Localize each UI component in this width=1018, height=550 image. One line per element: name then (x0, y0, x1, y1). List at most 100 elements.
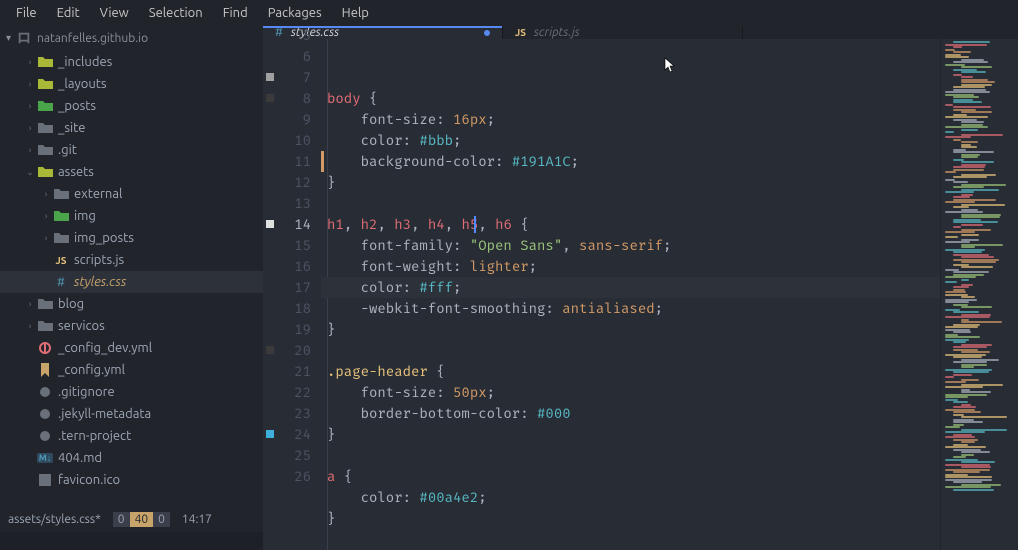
code-line[interactable]: font-size: 50px; (321, 382, 940, 403)
chevron-right-icon[interactable]: › (24, 57, 36, 67)
css-icon: # (52, 276, 70, 289)
tree-item--gitignore[interactable]: .gitignore (0, 381, 263, 403)
tree-item-styles-css[interactable]: # styles.css (0, 271, 263, 293)
chevron-right-icon[interactable]: › (24, 123, 36, 133)
code-line[interactable]: } (321, 508, 940, 529)
line-number[interactable]: 13 (277, 193, 311, 214)
tree-item--posts[interactable]: ›_posts (0, 95, 263, 117)
tree-item--config-yml[interactable]: _config.yml (0, 359, 263, 381)
tree-item--git[interactable]: ›.git (0, 139, 263, 161)
code-line[interactable]: color: #bbb; (321, 130, 940, 151)
menu-view[interactable]: View (90, 2, 139, 24)
tree-item-label: _config_dev.yml (58, 341, 152, 355)
tab-scripts-js[interactable]: JSscripts.js (503, 26, 743, 39)
tree-item-label: styles.css (74, 275, 126, 289)
menubar: FileEditViewSelectionFindPackagesHelp (0, 0, 1018, 26)
tree-item--tern-project[interactable]: .tern-project (0, 425, 263, 447)
line-number[interactable]: 12 (277, 172, 311, 193)
line-number[interactable]: 23 (277, 403, 311, 424)
line-number[interactable]: 7 (277, 67, 311, 88)
line-number[interactable]: 22 (277, 382, 311, 403)
line-number[interactable]: 10 (277, 130, 311, 151)
chevron-right-icon[interactable]: › (40, 189, 52, 199)
chevron-down-icon[interactable]: ⌄ (24, 167, 36, 178)
code-line[interactable]: body { (321, 88, 940, 109)
tree-item-favicon-ico[interactable]: favicon.ico (0, 469, 263, 491)
code-line[interactable]: border-bottom-color: #000 (321, 403, 940, 424)
tree-item--config-dev-yml[interactable]: _config_dev.yml (0, 337, 263, 359)
code-line[interactable]: font-weight: lighter; (321, 256, 940, 277)
line-number[interactable]: 24 (277, 424, 311, 445)
chevron-right-icon[interactable]: › (24, 145, 36, 155)
repo-icon (17, 31, 31, 45)
line-number[interactable]: 26 (277, 466, 311, 487)
code-line[interactable]: color: #fff; (321, 277, 940, 298)
code-line[interactable] (321, 529, 940, 550)
minimap[interactable] (940, 39, 1018, 550)
tree-item--layouts[interactable]: › _layouts (0, 73, 263, 95)
tree-item--site[interactable]: ›_site (0, 117, 263, 139)
code-editor[interactable]: 567891011121314151617181920212223242526 … (263, 39, 1018, 550)
tree-item-servicos[interactable]: › servicos (0, 315, 263, 337)
code-line[interactable] (321, 193, 940, 214)
menu-edit[interactable]: Edit (47, 2, 90, 24)
chevron-right-icon[interactable]: › (24, 299, 36, 309)
tree-item-scripts-js[interactable]: JSscripts.js (0, 249, 263, 271)
chevron-right-icon[interactable]: › (40, 233, 52, 243)
line-number[interactable]: 15 (277, 235, 311, 256)
code-line[interactable]: background-color: #191A1C; (321, 151, 940, 172)
menu-selection[interactable]: Selection (139, 2, 213, 24)
code-line[interactable]: color: #00a4e2; (321, 487, 940, 508)
status-file-path[interactable]: assets/styles.css* (8, 513, 101, 526)
tree-item-blog[interactable]: ›blog (0, 293, 263, 315)
status-diagnostics[interactable]: 0 40 0 (113, 512, 170, 527)
tree-item-img-posts[interactable]: ›img_posts (0, 227, 263, 249)
menu-file[interactable]: File (6, 2, 47, 24)
code-line[interactable]: .page-header { (321, 361, 940, 382)
line-number[interactable]: 17 (277, 277, 311, 298)
tree-item-label: servicos (58, 319, 105, 333)
code-line[interactable]: font-family: "Open Sans", sans-serif; (321, 235, 940, 256)
folder-icon (36, 78, 54, 90)
tree-item--includes[interactable]: ›_includes (0, 51, 263, 73)
line-number[interactable]: 5 (277, 25, 311, 46)
tree-item-img[interactable]: ›img (0, 205, 263, 227)
tree-item-404-md[interactable]: M↓404.md (0, 447, 263, 469)
code-line[interactable]: h1, h2, h3, h4, h5, h6 { (321, 214, 940, 235)
menu-packages[interactable]: Packages (258, 2, 332, 24)
tree-item-label: _layouts (58, 77, 107, 91)
code-line[interactable]: } (321, 319, 940, 340)
menu-find[interactable]: Find (213, 2, 258, 24)
code-line[interactable]: a { (321, 466, 940, 487)
code-line[interactable]: } (321, 424, 940, 445)
ico-icon (36, 474, 54, 486)
project-root[interactable]: ▾ natanfelles.github.io (0, 26, 263, 51)
line-number[interactable]: 20 (277, 340, 311, 361)
chevron-right-icon[interactable]: › (24, 79, 36, 89)
code-line[interactable] (321, 340, 940, 361)
line-number[interactable]: 14 (277, 214, 311, 235)
folder-icon (36, 298, 54, 310)
line-number[interactable]: 8 (277, 88, 311, 109)
line-number[interactable]: 19 (277, 319, 311, 340)
menu-help[interactable]: Help (332, 2, 379, 24)
code-line[interactable]: -webkit-font-smoothing: antialiased; (321, 298, 940, 319)
code-line[interactable]: font-size: 16px; (321, 109, 940, 130)
line-number[interactable]: 6 (277, 46, 311, 67)
line-number[interactable]: 16 (277, 256, 311, 277)
line-number[interactable]: 21 (277, 361, 311, 382)
line-number[interactable]: 11 (277, 151, 311, 172)
tree-item-external[interactable]: ›external (0, 183, 263, 205)
code-line[interactable]: } (321, 172, 940, 193)
line-number[interactable]: 25 (277, 445, 311, 466)
chevron-right-icon[interactable]: › (24, 101, 36, 111)
line-number[interactable]: 18 (277, 298, 311, 319)
code-line[interactable] (321, 445, 940, 466)
tree-item-assets[interactable]: ⌄assets (0, 161, 263, 183)
code-content[interactable]: body { font-size: 16px; color: #bbb; bac… (321, 39, 940, 550)
chevron-right-icon[interactable]: › (40, 211, 52, 221)
status-cursor-position[interactable]: 14:17 (182, 513, 212, 526)
line-number[interactable]: 9 (277, 109, 311, 130)
tree-item--jekyll-metadata[interactable]: .jekyll-metadata (0, 403, 263, 425)
chevron-right-icon[interactable]: › (24, 321, 36, 331)
